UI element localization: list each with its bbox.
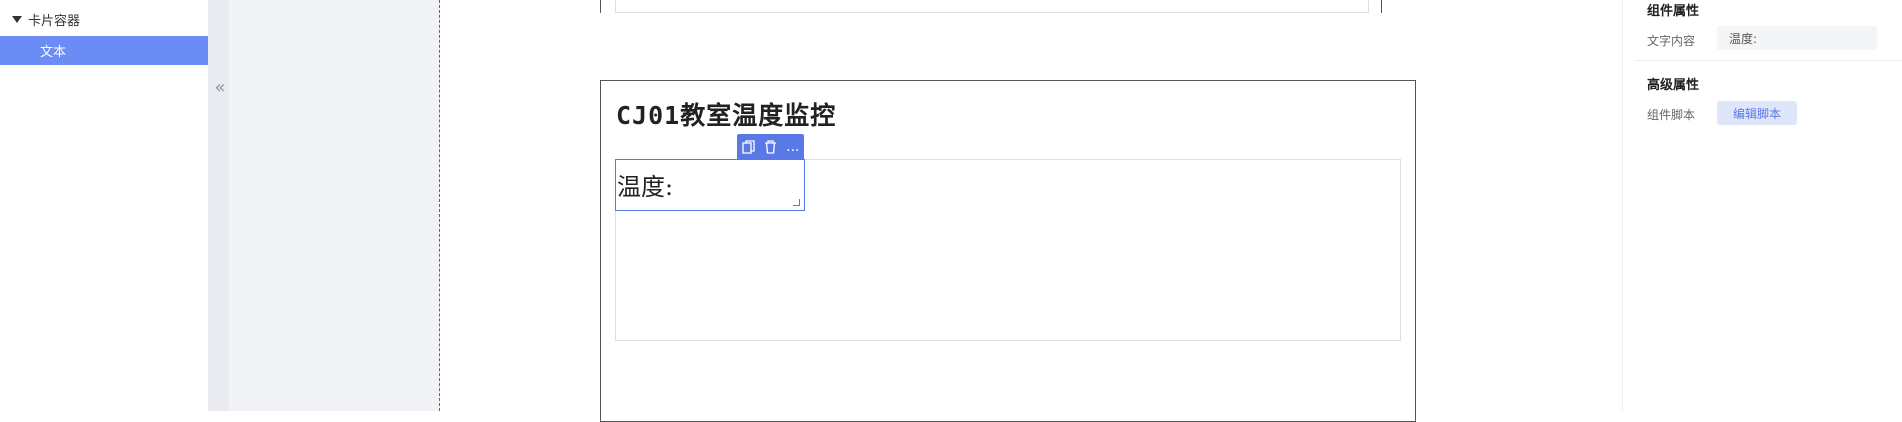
tree-item-text[interactable]: 文本: [0, 36, 208, 65]
text-content-input[interactable]: 温度:: [1717, 26, 1877, 50]
divider: [1634, 60, 1902, 61]
tree-item-label: 卡片容器: [28, 13, 81, 29]
label-text-content: 文字内容: [1647, 34, 1696, 48]
previous-card-body: [615, 0, 1369, 13]
copy-icon[interactable]: [739, 138, 757, 156]
trash-icon[interactable]: [761, 138, 779, 156]
resize-handle[interactable]: [793, 199, 800, 206]
card-title: CJ01教室温度监控: [616, 101, 837, 130]
section-title-component-props: 组件属性: [1647, 4, 1700, 19]
double-chevron-left-icon[interactable]: «: [212, 79, 228, 97]
caret-down-icon[interactable]: [12, 15, 22, 23]
section-title-advanced-props: 高级属性: [1647, 78, 1700, 93]
component-toolbar: ...: [737, 134, 804, 159]
tree-item-label: 文本: [40, 45, 67, 60]
tree-item-card-container[interactable]: 卡片容器: [0, 8, 208, 30]
edit-script-button[interactable]: 编辑脚本: [1717, 101, 1797, 125]
canvas-margin: [229, 0, 440, 411]
previous-card-edge: [1381, 0, 1382, 13]
previous-card-edge: [600, 0, 601, 13]
properties-panel: [1622, 0, 1902, 411]
more-icon[interactable]: ...: [784, 138, 802, 156]
text-component-content: 温度:: [617, 173, 674, 201]
label-component-script: 组件脚本: [1647, 108, 1696, 122]
collapse-rail: [208, 0, 229, 411]
component-tree-panel: 卡片容器 文本: [0, 0, 209, 411]
